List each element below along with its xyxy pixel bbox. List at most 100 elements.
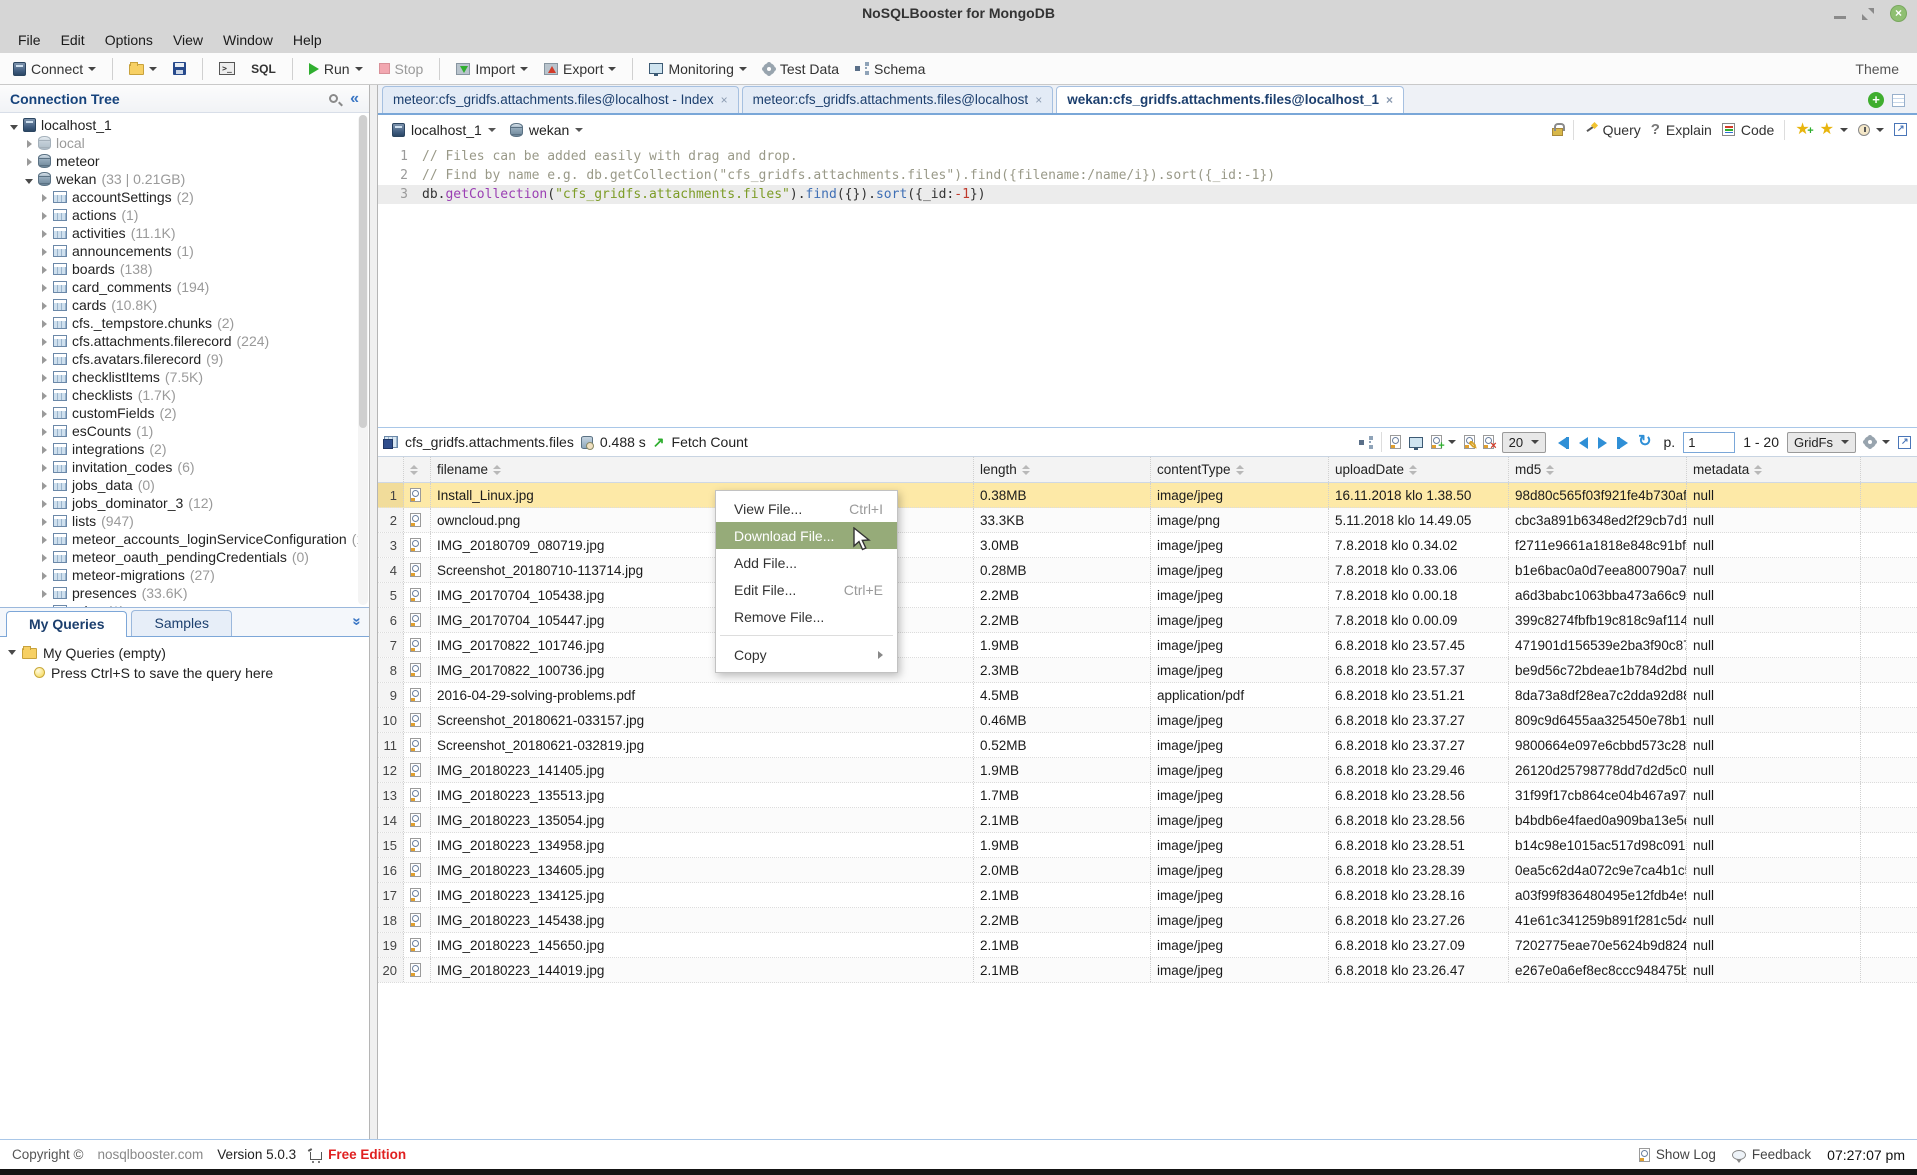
fetch-count-button[interactable]: Fetch Count [672, 434, 748, 450]
row-icon-cell[interactable] [404, 508, 431, 532]
preview-document-icon[interactable] [410, 513, 421, 527]
tab-my-queries[interactable]: My Queries [6, 611, 127, 637]
database-selector[interactable]: wekan [506, 120, 587, 140]
lock-icon[interactable] [1552, 128, 1563, 136]
tree-item-lists[interactable]: lists(947) [0, 512, 369, 530]
explain-button[interactable]: ? Explain [1651, 121, 1712, 138]
sql-button[interactable]: SQL [246, 59, 281, 79]
page-size-select[interactable]: 20 [1502, 432, 1546, 453]
menu-item-remove-file[interactable]: Remove File... [716, 603, 897, 630]
site-link[interactable]: nosqlbooster.com [97, 1147, 203, 1162]
table-row[interactable]: 20IMG_20180223_144019.jpg2.1MBimage/jpeg… [378, 958, 1917, 983]
collapsed-arrow-icon[interactable] [38, 513, 50, 529]
restore-button[interactable] [1862, 8, 1874, 20]
grid-icon-header[interactable] [404, 457, 431, 482]
table-row[interactable]: 8IMG_20170822_100736.jpg2.3MBimage/jpeg6… [378, 658, 1917, 683]
tree-item-meteor-migrations[interactable]: meteor-migrations(27) [0, 566, 369, 584]
row-icon-cell[interactable] [404, 633, 431, 657]
editor-tab-1[interactable]: meteor:cfs_gridfs.attachments.files@loca… [382, 86, 739, 113]
row-icon-cell[interactable] [404, 933, 431, 957]
preview-document-icon[interactable] [410, 763, 421, 777]
tab-samples[interactable]: Samples [131, 610, 231, 636]
delete-document-icon[interactable]: × [1483, 435, 1494, 449]
menu-window[interactable]: Window [213, 29, 283, 51]
menu-item-view-file[interactable]: View File...Ctrl+I [716, 495, 897, 522]
collapsed-arrow-icon[interactable] [38, 243, 50, 259]
table-row[interactable]: 7IMG_20170822_101746.jpg1.9MBimage/jpeg6… [378, 633, 1917, 658]
expanded-arrow-icon[interactable] [8, 117, 20, 133]
preview-document-icon[interactable] [410, 638, 421, 652]
collapsed-arrow-icon[interactable] [38, 567, 50, 583]
save-button[interactable] [168, 59, 191, 78]
menu-options[interactable]: Options [95, 29, 163, 51]
table-row[interactable]: 16IMG_20180223_134605.jpg2.0MBimage/jpeg… [378, 858, 1917, 883]
menu-item-copy[interactable]: Copy [716, 641, 897, 668]
column-header-contentType[interactable]: contentType [1151, 457, 1329, 482]
menu-item-add-file[interactable]: Add File... [716, 549, 897, 576]
add-document-button[interactable]: + [1431, 435, 1456, 449]
tree-item-wekan[interactable]: wekan(33 | 0.21GB) [0, 170, 369, 188]
close-tab-icon[interactable]: × [1386, 93, 1393, 107]
collapse-panel-icon[interactable]: » [348, 617, 365, 625]
collapsed-arrow-icon[interactable] [38, 531, 50, 547]
collapsed-arrow-icon[interactable] [38, 351, 50, 367]
tree-item-announcements[interactable]: announcements(1) [0, 242, 369, 260]
add-favorite-icon[interactable]: ★ [1795, 123, 1809, 136]
feedback-button[interactable]: Feedback [1732, 1147, 1811, 1162]
menu-help[interactable]: Help [283, 29, 332, 51]
menu-item-edit-file[interactable]: Edit File...Ctrl+E [716, 576, 897, 603]
preview-document-icon[interactable] [410, 813, 421, 827]
row-icon-cell[interactable] [404, 908, 431, 932]
analyze-schema-icon[interactable] [1359, 436, 1373, 449]
last-page-button[interactable] [1617, 436, 1628, 448]
tree-item-boards[interactable]: boards(138) [0, 260, 369, 278]
collapsed-arrow-icon[interactable] [38, 423, 50, 439]
editor-tab-2[interactable]: meteor:cfs_gridfs.attachments.files@loca… [742, 86, 1054, 113]
collapsed-arrow-icon[interactable] [38, 333, 50, 349]
collapsed-arrow-icon[interactable] [38, 495, 50, 511]
table-row[interactable]: 14IMG_20180223_135054.jpg2.1MBimage/jpeg… [378, 808, 1917, 833]
theme-button[interactable]: Theme [1855, 61, 1909, 77]
show-log-button[interactable]: Show Log [1639, 1147, 1716, 1162]
column-header-metadata[interactable]: metadata [1687, 457, 1861, 482]
table-row[interactable]: 10Screenshot_20180621-033157.jpg0.46MBim… [378, 708, 1917, 733]
preview-document-icon[interactable] [410, 788, 421, 802]
tree-item-cfs-avatars-filerecord[interactable]: cfs.avatars.filerecord(9) [0, 350, 369, 368]
table-row[interactable]: 6IMG_20170704_105447.jpg2.2MBimage/jpeg7… [378, 608, 1917, 633]
collapsed-arrow-icon[interactable] [38, 549, 50, 565]
tree-item-rules[interactable]: rules(1) [0, 602, 369, 607]
collapsed-arrow-icon[interactable] [38, 585, 50, 601]
row-icon-cell[interactable] [404, 733, 431, 757]
row-icon-cell[interactable] [404, 883, 431, 907]
row-icon-cell[interactable] [404, 558, 431, 582]
preview-document-icon[interactable] [410, 663, 421, 677]
menu-file[interactable]: File [8, 29, 51, 51]
tree-item-jobs-data[interactable]: jobs_data(0) [0, 476, 369, 494]
run-button[interactable]: Run [304, 58, 368, 80]
preview-document-icon[interactable] [410, 488, 421, 502]
collapsed-arrow-icon[interactable] [38, 441, 50, 457]
collapsed-arrow-icon[interactable] [38, 297, 50, 313]
panel-splitter[interactable] [370, 85, 377, 1139]
table-row[interactable]: 3IMG_20180709_080719.jpg3.0MBimage/jpeg7… [378, 533, 1917, 558]
table-row[interactable]: 11Screenshot_20180621-032819.jpg0.52MBim… [378, 733, 1917, 758]
collapsed-arrow-icon[interactable] [38, 477, 50, 493]
connection-selector[interactable]: localhost_1 [388, 120, 500, 140]
page-number-input[interactable] [1683, 432, 1735, 453]
collapsed-arrow-icon[interactable] [38, 261, 50, 277]
table-row[interactable]: 5IMG_20170704_105438.jpg2.2MBimage/jpeg7… [378, 583, 1917, 608]
row-icon-cell[interactable] [404, 483, 431, 507]
collapsed-arrow-icon[interactable] [38, 279, 50, 295]
row-icon-cell[interactable] [404, 958, 431, 982]
favorites-dropdown[interactable]: ★ [1820, 123, 1848, 136]
maximize-editor-icon[interactable] [1894, 123, 1907, 136]
query-builder-button[interactable]: Query [1584, 122, 1641, 138]
test-data-button[interactable]: Test Data [758, 58, 844, 80]
preview-document-icon[interactable] [410, 613, 421, 627]
import-button[interactable]: Import [451, 58, 533, 80]
table-row[interactable]: 2owncloud.png33.3KBimage/png5.11.2018 kl… [378, 508, 1917, 533]
preview-document-icon[interactable] [410, 688, 421, 702]
table-row[interactable]: 4Screenshot_20180710-113714.jpg0.28MBima… [378, 558, 1917, 583]
row-icon-cell[interactable] [404, 833, 431, 857]
maximize-results-icon[interactable] [1898, 436, 1911, 449]
